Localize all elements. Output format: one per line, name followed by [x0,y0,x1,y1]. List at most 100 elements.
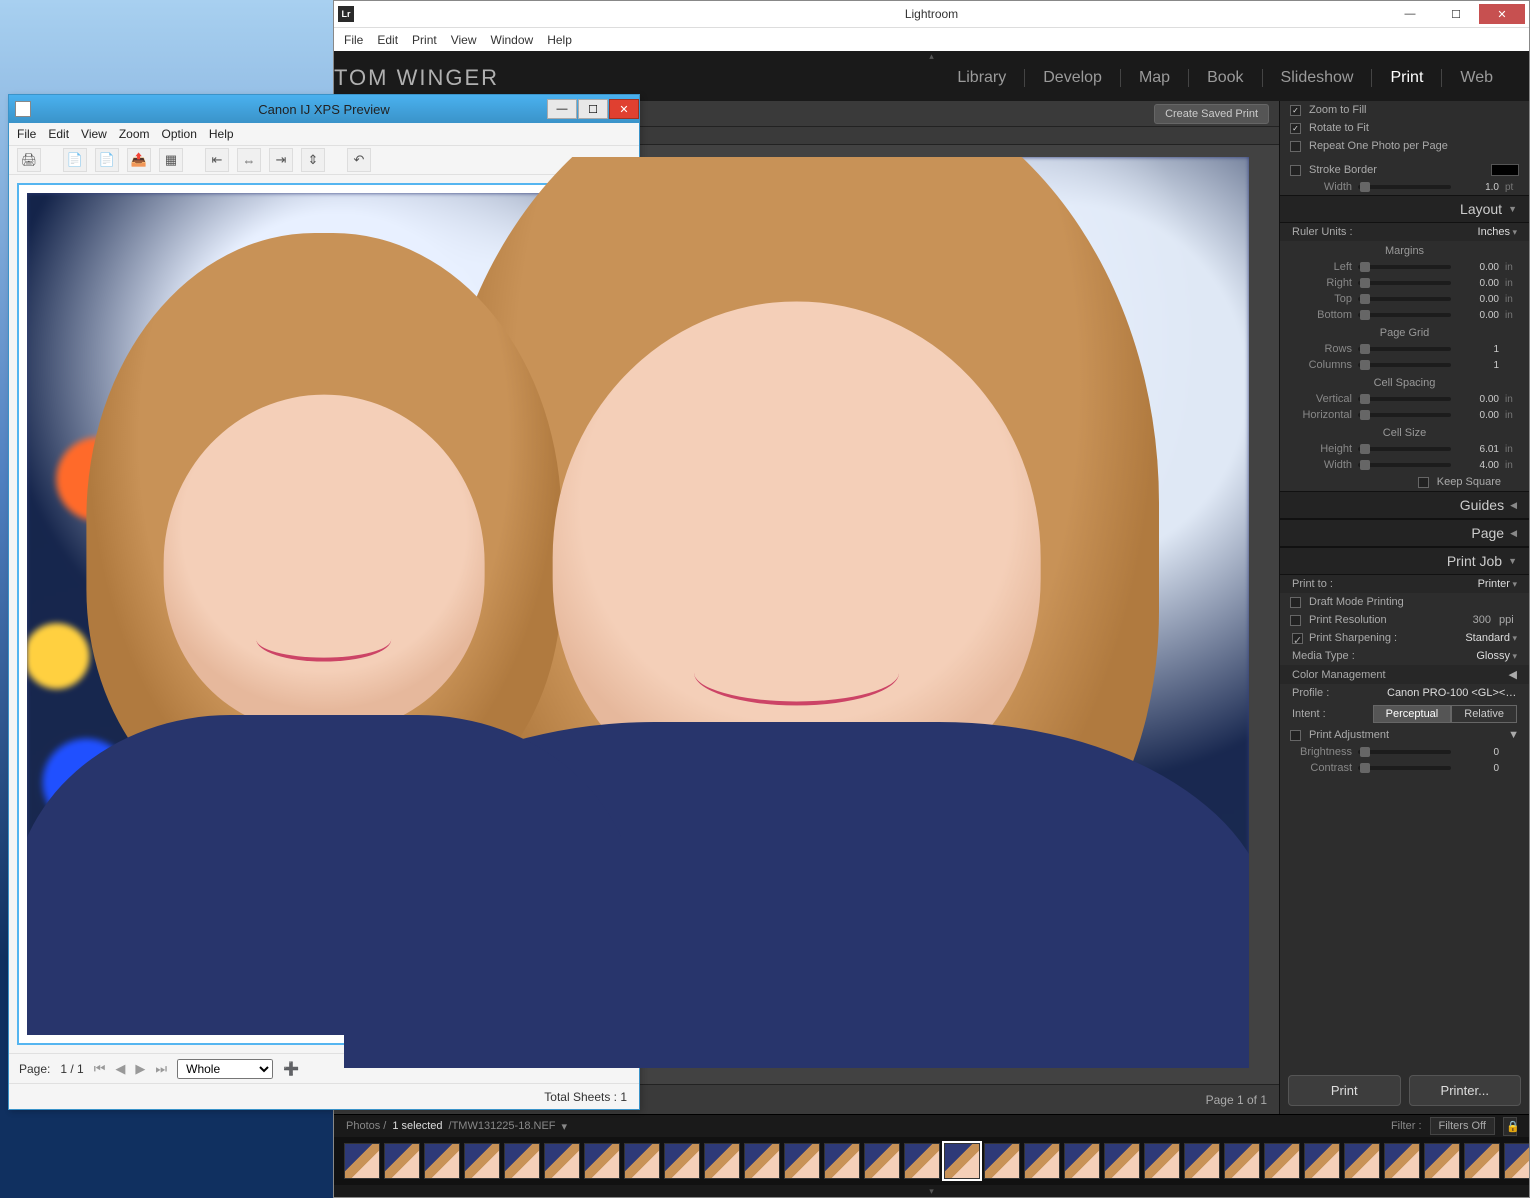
rows-slider[interactable] [1358,347,1451,351]
menu-help[interactable]: Help [547,33,572,47]
copy-icon[interactable]: 📄 [63,148,87,172]
filmstrip-thumb[interactable] [1144,1143,1180,1179]
filmstrip-thumb[interactable] [384,1143,420,1179]
print-button[interactable]: Print [1288,1075,1401,1106]
filmstrip-thumb[interactable] [1264,1143,1300,1179]
undo-icon[interactable]: ↶ [347,148,371,172]
printer-icon[interactable]: 🖨 [17,148,41,172]
cell-width-value[interactable]: 4.00 [1457,460,1499,471]
canon-minimize-button[interactable]: — [547,99,577,119]
module-print[interactable]: Print [1372,69,1442,87]
filmstrip-thumb[interactable] [744,1143,780,1179]
canon-next-page-icon[interactable]: ▶ [135,1061,145,1077]
zoom-to-fill-checkbox[interactable]: ✓ [1290,105,1301,116]
cell-width-slider[interactable] [1358,463,1451,467]
filmstrip-thumb[interactable] [504,1143,540,1179]
canon-first-page-icon[interactable]: ⏮ [94,1061,106,1077]
margin-left-value[interactable]: 0.00 [1457,262,1499,273]
cell-height-slider[interactable] [1358,447,1451,451]
canon-menu-edit[interactable]: Edit [48,127,69,141]
filmstrip-thumb[interactable] [1384,1143,1420,1179]
canon-titlebar[interactable]: Canon IJ XPS Preview — ☐ ✕ [9,95,639,123]
close-button[interactable]: ✕ [1479,4,1525,24]
filmstrip-thumb[interactable] [1224,1143,1260,1179]
vspace-value[interactable]: 0.00 [1457,394,1499,405]
brightness-value[interactable]: 0 [1457,747,1499,758]
menu-print[interactable]: Print [412,33,437,47]
margin-bottom-slider[interactable] [1358,313,1451,317]
module-library[interactable]: Library [939,69,1025,87]
filmstrip-thumb[interactable] [824,1143,860,1179]
filmstrip-thumb[interactable] [1104,1143,1140,1179]
canon-menu-option[interactable]: Option [162,127,197,141]
print-resolution-checkbox[interactable] [1290,615,1301,626]
brightness-slider[interactable] [1358,750,1451,754]
filmstrip-thumb[interactable] [344,1143,380,1179]
color-management-toggle[interactable]: ◀ [1509,668,1517,681]
print-resolution-value[interactable]: 300 [1473,614,1491,626]
maximize-button[interactable]: ☐ [1433,4,1479,24]
canon-menu-zoom[interactable]: Zoom [119,127,150,141]
stroke-border-checkbox[interactable] [1290,165,1301,176]
filmstrip-thumb[interactable] [1064,1143,1100,1179]
margin-top-value[interactable]: 0.00 [1457,294,1499,305]
filmstrip-thumb[interactable] [584,1143,620,1179]
filmstrip-thumb[interactable] [944,1143,980,1179]
filmstrip-thumb[interactable] [704,1143,740,1179]
media-type-dropdown[interactable]: Glossy [1476,650,1517,662]
align-right-icon[interactable]: ⇥ [269,148,293,172]
canon-menu-file[interactable]: File [17,127,36,141]
menu-edit[interactable]: Edit [377,33,398,47]
repeat-photo-checkbox[interactable] [1290,141,1301,152]
filmstrip-thumb[interactable] [1504,1143,1529,1179]
menu-file[interactable]: File [344,33,363,47]
margin-right-slider[interactable] [1358,281,1451,285]
filmstrip-thumb[interactable] [984,1143,1020,1179]
columns-slider[interactable] [1358,363,1451,367]
cell-height-value[interactable]: 6.01 [1457,444,1499,455]
layout-icon[interactable]: ▦ [159,148,183,172]
module-map[interactable]: Map [1121,69,1189,87]
margin-right-value[interactable]: 0.00 [1457,278,1499,289]
canon-prev-page-icon[interactable]: ◀ [115,1061,125,1077]
filmstrip[interactable] [334,1137,1529,1185]
canon-maximize-button[interactable]: ☐ [578,99,608,119]
filmstrip-thumb[interactable] [424,1143,460,1179]
filmstrip-thumb[interactable] [624,1143,660,1179]
ruler-units-dropdown[interactable]: Inches [1478,226,1517,238]
align-center-icon[interactable]: ⇔ [237,148,261,172]
filmstrip-thumb[interactable] [784,1143,820,1179]
filmstrip-thumb[interactable] [464,1143,500,1179]
minimize-button[interactable]: — [1387,4,1433,24]
margin-top-slider[interactable] [1358,297,1451,301]
sharpening-dropdown[interactable]: Standard [1465,632,1517,644]
guides-section-header[interactable]: Guides◀ [1280,491,1529,519]
filmstrip-thumb[interactable] [1024,1143,1060,1179]
page-section-header[interactable]: Page◀ [1280,519,1529,547]
top-panel-handle[interactable] [334,51,1529,61]
print-adjustment-toggle[interactable]: ▼ [1508,729,1519,741]
align-top-icon[interactable]: ⇕ [301,148,325,172]
filmstrip-thumb[interactable] [544,1143,580,1179]
module-slideshow[interactable]: Slideshow [1263,69,1373,87]
hspace-slider[interactable] [1358,413,1451,417]
columns-value[interactable]: 1 [1457,360,1499,371]
vspace-slider[interactable] [1358,397,1451,401]
module-book[interactable]: Book [1189,69,1262,87]
bottom-panel-handle[interactable] [334,1185,1529,1197]
filmstrip-thumb[interactable] [1344,1143,1380,1179]
layout-section-header[interactable]: Layout▼ [1280,195,1529,223]
filmstrip-thumb[interactable] [1424,1143,1460,1179]
footer-filename[interactable]: /TMW131225-18.NEF [449,1120,556,1132]
rotate-to-fit-checkbox[interactable]: ✓ [1290,123,1301,134]
filmstrip-thumb[interactable] [1184,1143,1220,1179]
contrast-slider[interactable] [1358,766,1451,770]
filter-lock-icon[interactable]: 🔒 [1503,1117,1517,1136]
canon-add-page-icon[interactable]: ➕ [283,1061,299,1077]
stroke-width-slider[interactable] [1358,185,1451,189]
rows-value[interactable]: 1 [1457,344,1499,355]
stroke-color-swatch[interactable] [1491,164,1519,176]
stroke-width-value[interactable]: 1.0 [1457,182,1499,193]
filmstrip-thumb[interactable] [664,1143,700,1179]
page-export-icon[interactable]: 📤 [127,148,151,172]
